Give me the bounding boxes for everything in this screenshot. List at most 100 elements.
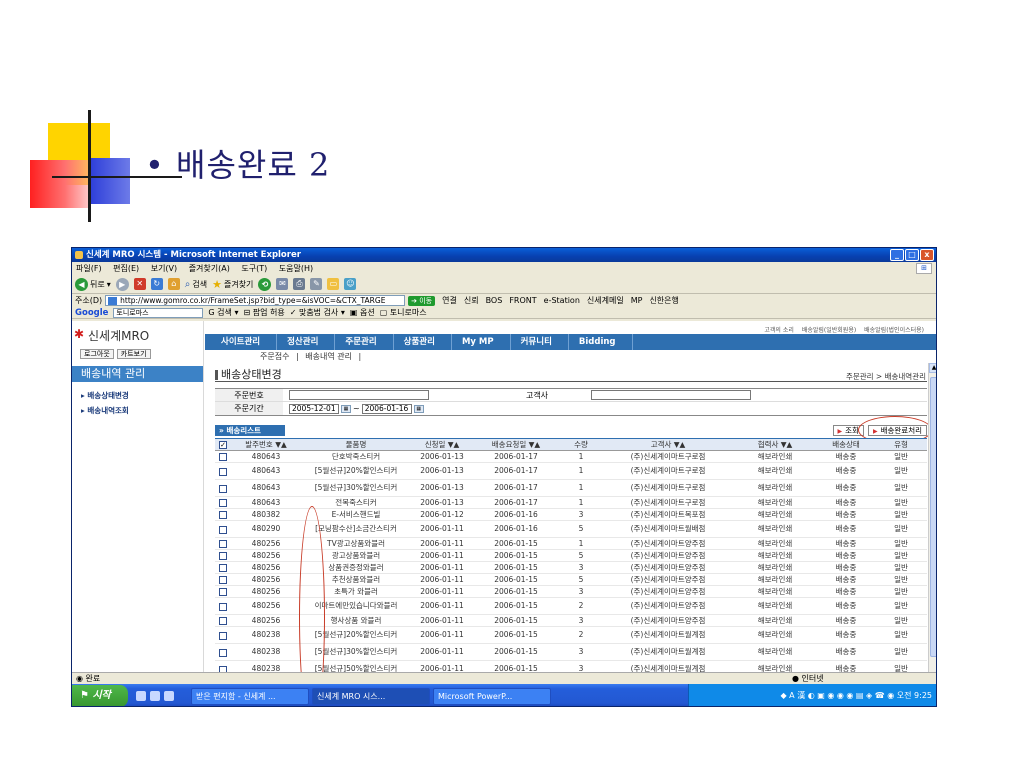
table-row[interactable]: 480290 [모닝팜수산]소금간스티커 2006-01-11 2006-01-16 5… [215,520,927,538]
edit-icon[interactable]: ✎ [310,278,323,290]
nav-community[interactable]: 커뮤니티 [511,334,569,350]
folder-icon[interactable]: ▭ [327,278,340,290]
checkbox-icon[interactable] [219,484,227,493]
maximize-button[interactable]: □ [905,249,919,261]
search-button[interactable]: ⌕ 검색 [185,279,207,290]
minimize-button[interactable]: _ [890,249,904,261]
link-bank[interactable]: 신한은행 [649,295,678,306]
calendar-from-icon[interactable]: ▦ [341,404,351,413]
nav-site[interactable]: 사이트관리 [211,334,278,350]
row-checkbox[interactable] [215,496,231,509]
checkbox-icon[interactable] [219,564,227,572]
refresh-icon[interactable]: ↻ [150,278,163,290]
cart-button[interactable]: 카트보기 [116,349,151,359]
go-button[interactable]: ➔ 이동 [408,295,436,306]
table-row[interactable]: 480643 [5월선규]20%할인스티커 2006-01-13 2006-01-17… [215,462,927,480]
site-logo[interactable]: ✱ 신세계MRO [72,327,203,347]
nav-mymp[interactable]: My MP [452,334,511,350]
checkbox-icon[interactable] [219,499,227,507]
quicklaunch-media-icon[interactable] [164,691,174,701]
checkbox-icon[interactable] [219,467,227,476]
home-icon[interactable]: ⌂ [167,278,180,290]
link-mp[interactable]: MP [631,296,643,305]
tray-icons[interactable]: ◆ A 漢 ◐ ▣ ◉ ◉ ◉ ▤ ◈ ☎ ◉ [780,691,896,700]
row-checkbox[interactable] [215,573,231,586]
table-row[interactable]: 480643 전복죽스티커 2006-01-13 2006-01-17 1 (주)신세계이… [215,496,927,509]
nav-orders[interactable]: 주문관리 [335,334,394,350]
checkbox-icon[interactable] [219,576,227,584]
row-checkbox[interactable] [215,462,231,480]
row-checkbox[interactable] [215,597,231,615]
print-icon[interactable]: ⎙ [293,278,306,290]
google-search-input[interactable]: 토니로마스 [113,307,204,318]
messenger-icon[interactable]: ☺ [344,278,357,290]
checkbox-icon[interactable] [219,441,227,449]
options-button[interactable]: ▣ 옵션 [350,307,375,318]
row-checkbox[interactable] [215,537,231,550]
nav-products[interactable]: 상품관리 [394,334,452,350]
link-front[interactable]: FRONT [509,296,536,305]
checkbox-icon[interactable] [219,525,227,534]
link-bos[interactable]: BOS [486,296,503,305]
customer-input[interactable] [591,390,751,400]
order-no-input[interactable] [289,390,429,400]
row-checkbox[interactable] [215,549,231,562]
scroll-up-icon[interactable]: ▲ [929,363,936,373]
google-search-button[interactable]: G 검색 ▾ [208,307,238,318]
task-powerpoint[interactable]: Microsoft PowerP... [433,687,551,705]
menu-favorites[interactable]: 즐겨찾기(A) [189,264,230,273]
menu-tools[interactable]: 도구(T) [241,264,267,273]
vertical-scrollbar[interactable]: ▲ [928,363,936,672]
close-button[interactable]: x [920,249,934,261]
checkbox-icon[interactable] [219,602,227,611]
table-row[interactable]: 480382 E-서비스핸드빌 2006-01-12 2006-01-16 3 (주)신세… [215,508,927,521]
scroll-thumb[interactable] [930,377,936,657]
row-checkbox[interactable] [215,643,231,661]
task-mro[interactable]: 신세계 MRO 시스... [312,687,430,705]
logout-button[interactable]: 로그아웃 [80,349,114,359]
subnav-order-receipt[interactable]: 주문접수 [260,352,289,361]
calendar-to-icon[interactable]: ▦ [413,404,424,413]
link-estation[interactable]: e-Station [544,296,580,305]
start-button[interactable]: ⚑ 시작 [72,685,128,706]
checkbox-icon[interactable] [219,631,227,640]
checkbox-icon[interactable] [219,511,227,519]
row-checkbox[interactable] [215,585,231,598]
window-titlebar[interactable]: 신세계 MRO 시스템 - Microsoft Internet Explore… [72,248,936,262]
stop-icon[interactable]: ✕ [133,278,146,290]
checkbox-icon[interactable] [219,588,227,596]
menu-view[interactable]: 보기(V) [151,264,177,273]
forward-arrow-icon[interactable]: ▶ [115,277,129,291]
spellcheck-button[interactable]: ✓ 맞춤법 검사 ▾ [290,307,345,318]
checkbox-icon[interactable] [219,540,227,548]
link-mail[interactable]: 신세계메일 [587,295,624,306]
popup-block-button[interactable]: ⊟ 팝업 허용 [243,307,284,318]
row-checkbox[interactable] [215,450,231,463]
back-button[interactable]: ◀ 뒤로 ▾ [75,277,111,291]
favorites-button[interactable]: ★ 즐겨찾기 [212,278,253,291]
top-link-alert-general[interactable]: 배송알림(일반회원용) [802,327,856,334]
row-checkbox[interactable] [215,561,231,574]
checkbox-icon[interactable] [219,552,227,560]
task-mail[interactable]: 받은 편지함 - 신세계 ... [191,687,309,705]
sidebar-item-status-change[interactable]: ▸ 배송상태변경 [81,390,203,401]
date-to-input[interactable]: 2006-01-16 [361,403,412,414]
row-checkbox[interactable] [215,520,231,538]
row-checkbox[interactable] [215,626,231,644]
address-input[interactable]: http://www.gomro.co.kr/FrameSet.jsp?bid_… [105,295,406,306]
top-link-voc[interactable]: 고객의 소리 [764,327,794,334]
menu-file[interactable]: 파일(F) [76,264,102,273]
checkbox-icon[interactable] [219,453,227,461]
quicklaunch-desktop-icon[interactable] [136,691,146,701]
row-checkbox[interactable] [215,479,231,497]
row-checkbox[interactable] [215,508,231,521]
table-row[interactable]: 480643 단호박죽스티커 2006-01-13 2006-01-17 1 (주)신세계… [215,450,927,463]
checkbox-icon[interactable] [219,648,227,657]
mail-icon[interactable]: ✉ [276,278,289,290]
select-all-checkbox[interactable] [215,438,231,451]
row-checkbox[interactable] [215,614,231,627]
link-trust[interactable]: 신뢰 [464,295,479,306]
nav-settlement[interactable]: 정산관리 [277,334,336,350]
nav-bidding[interactable]: Bidding [569,334,633,350]
history-icon[interactable]: ⟲ [258,277,272,291]
